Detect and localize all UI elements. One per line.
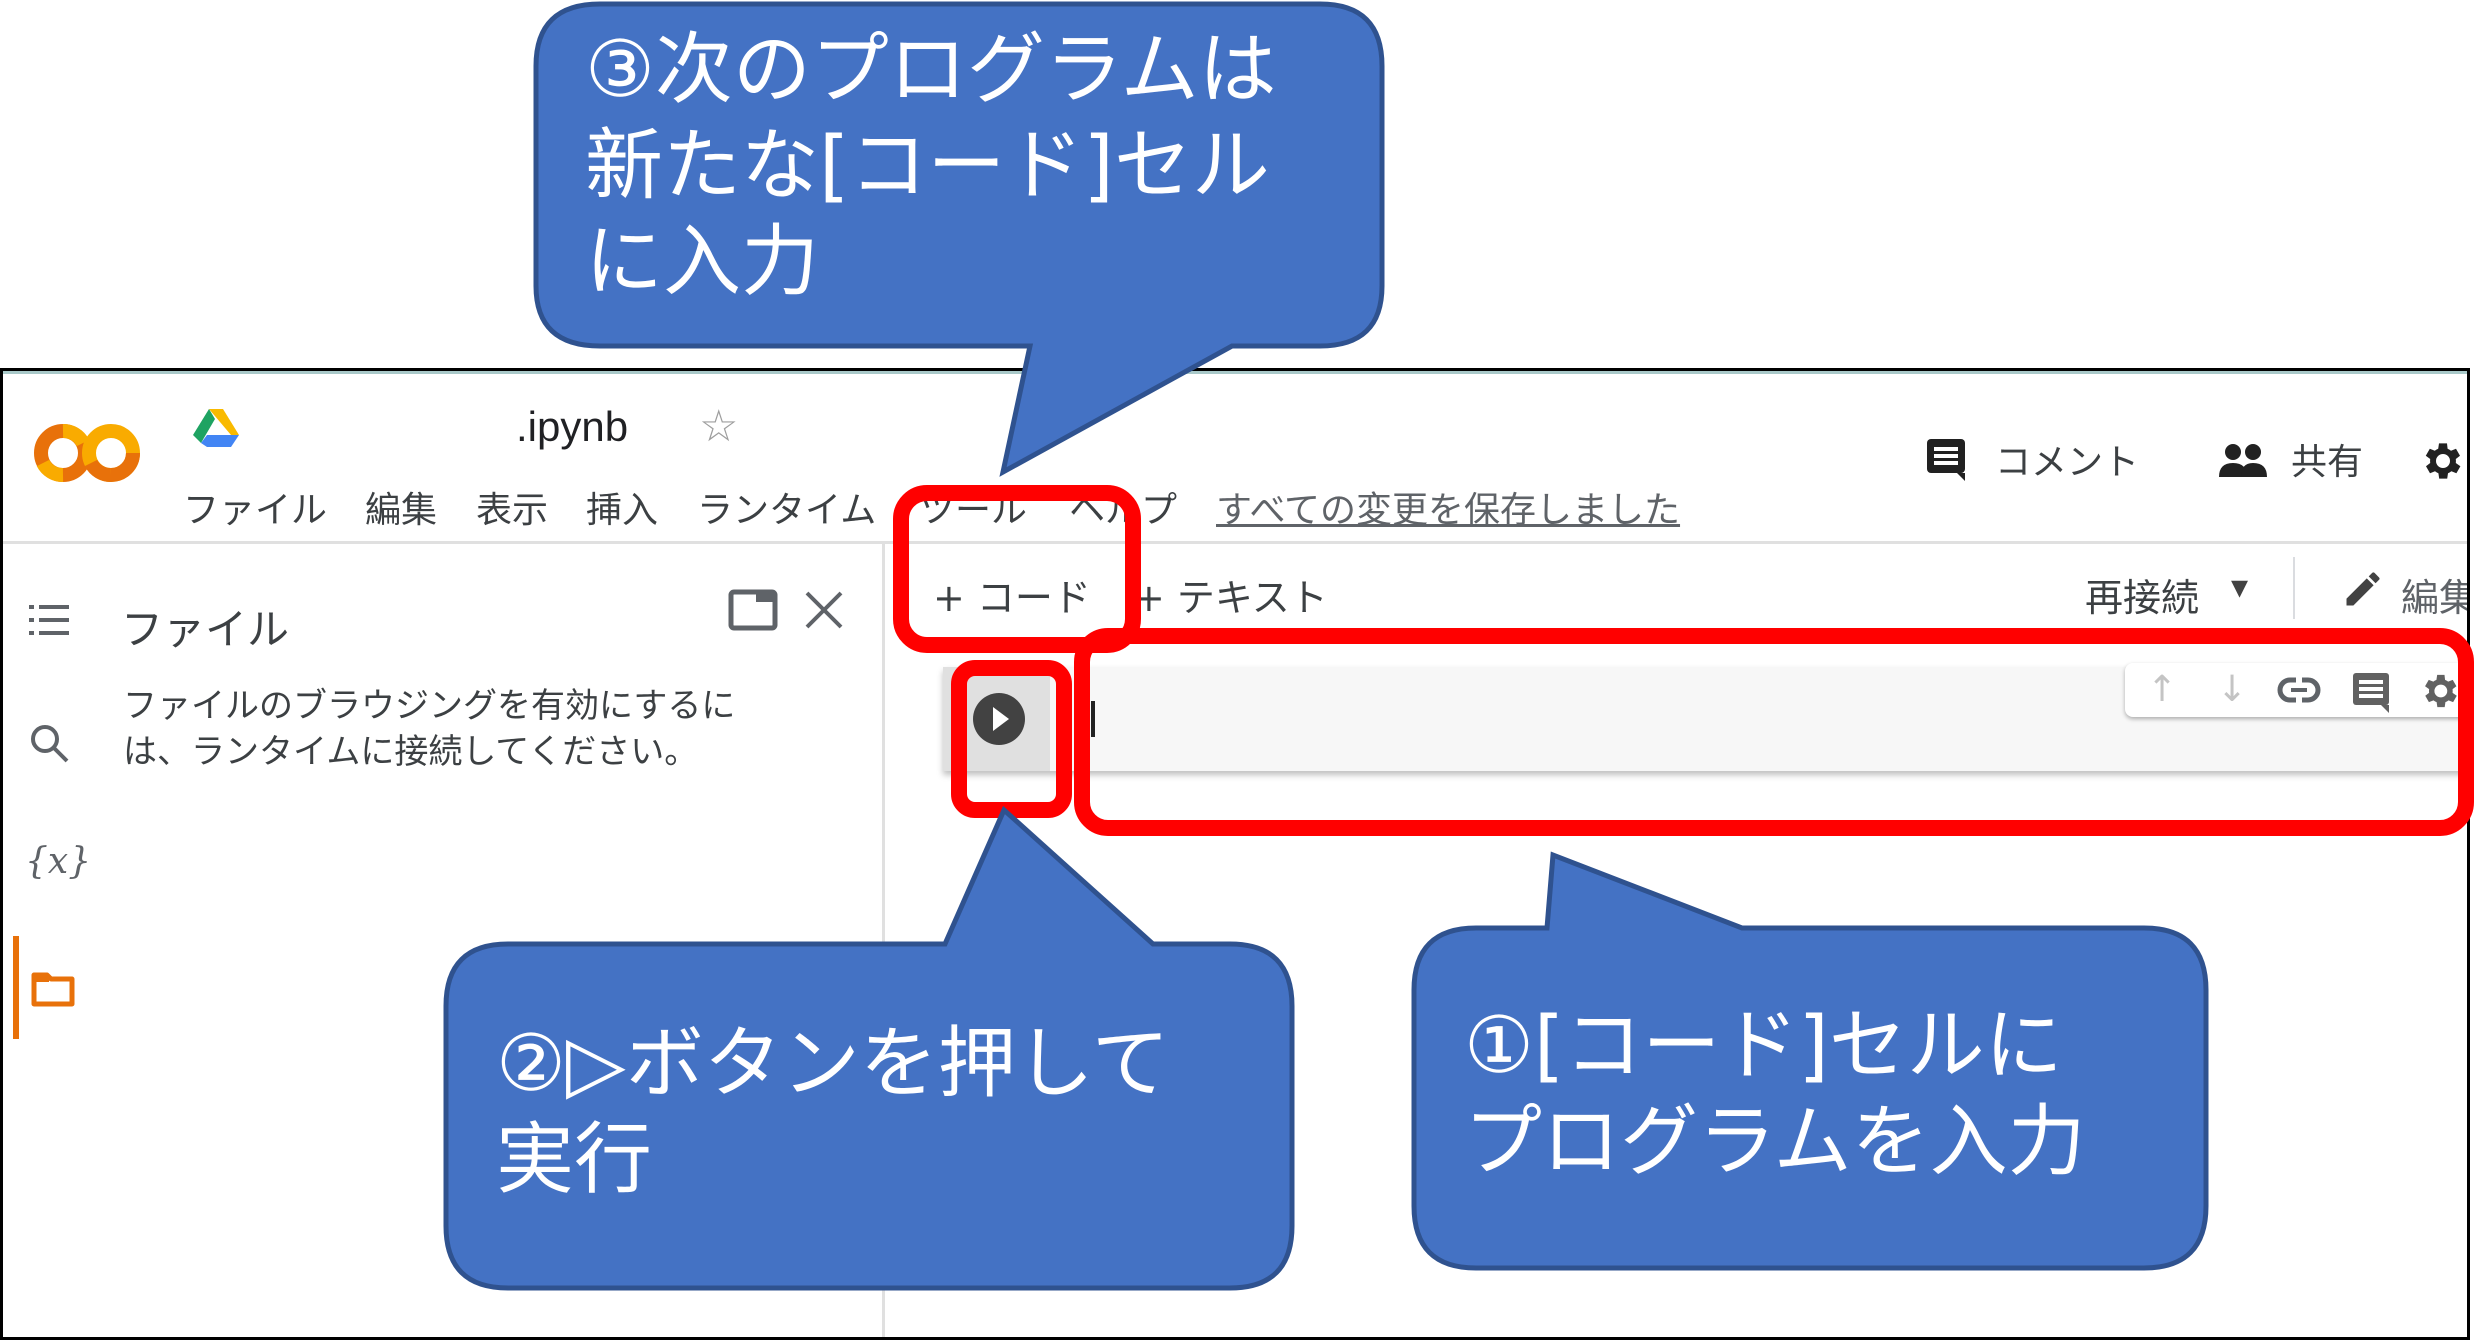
- callout-3-line1: ③次のプログラムは: [585, 25, 1277, 115]
- menu-file[interactable]: ファイル: [183, 481, 327, 533]
- runtime-dropdown-icon[interactable]: ▾: [2231, 567, 2248, 607]
- colab-screenshot-frame: .ipynb ☆ ファイル 編集 表示 挿入 ランタイム ツール ヘルプ すべて…: [0, 368, 2470, 1340]
- callout-1-line1: ①[コード]セルに: [1464, 1001, 2063, 1091]
- star-icon[interactable]: ☆: [699, 405, 738, 449]
- comment-icon[interactable]: [1925, 437, 1969, 483]
- add-text-cell-button[interactable]: + テキスト: [1133, 567, 1328, 622]
- menu-insert[interactable]: 挿入: [586, 481, 658, 533]
- menu-runtime[interactable]: ランタイム: [697, 481, 876, 533]
- callout-3-line2: 新たな[コード]セル: [585, 121, 1270, 211]
- sidebar-divider[interactable]: [882, 544, 885, 1337]
- edit-mode-button[interactable]: 編集: [2401, 567, 2467, 622]
- files-panel-message: ファイルのブラウジングを有効にするに は、ランタイムに接続してください。: [123, 683, 823, 775]
- frame-top-accent: [3, 371, 2467, 374]
- variables-icon[interactable]: {x}: [25, 841, 91, 882]
- close-panel-icon[interactable]: [803, 589, 845, 631]
- files-panel-title: ファイル: [121, 605, 290, 654]
- files-panel-message-line1: ファイルのブラウジングを有効にするに: [123, 686, 736, 726]
- google-drive-icon[interactable]: [193, 409, 239, 449]
- colab-logo-icon[interactable]: [33, 421, 143, 485]
- callout-3: ③次のプログラムは 新たな[コード]セル に入力: [585, 22, 1277, 310]
- folder-icon[interactable]: [31, 969, 75, 1007]
- header-divider: [3, 541, 2467, 544]
- callout-2: ②▷ボタンを押して 実行: [496, 1016, 1170, 1208]
- callout-2-line2: 実行: [496, 1115, 653, 1205]
- active-tab-indicator: [13, 936, 19, 1039]
- reconnect-button[interactable]: 再接続: [2085, 567, 2199, 622]
- highlight-run-button: [951, 660, 1072, 818]
- callout-3-line3: に入力: [585, 217, 820, 307]
- menu-view[interactable]: 表示: [476, 481, 548, 533]
- save-status-link[interactable]: すべての変更を保存しました: [1216, 481, 1680, 533]
- table-of-contents-icon[interactable]: [29, 603, 71, 637]
- share-people-icon[interactable]: [2219, 443, 2267, 479]
- notebook-title[interactable]: .ipynb: [516, 403, 628, 451]
- comment-button[interactable]: コメント: [1995, 433, 2139, 485]
- open-in-tab-icon[interactable]: [728, 589, 778, 631]
- search-icon[interactable]: [29, 723, 71, 765]
- toolbar-separator: [2293, 557, 2295, 619]
- highlight-code-cell: [1074, 628, 2474, 836]
- menu-edit[interactable]: 編集: [365, 481, 437, 533]
- settings-gear-icon[interactable]: [2417, 437, 2465, 485]
- callout-2-line1: ②▷ボタンを押して: [496, 1019, 1170, 1109]
- callout-1: ①[コード]セルに プログラムを入力: [1464, 998, 2086, 1190]
- files-panel-message-line2: は、ランタイムに接続してください。: [123, 732, 699, 772]
- share-button[interactable]: 共有: [2291, 433, 2363, 485]
- edit-pencil-icon[interactable]: [2341, 567, 2385, 611]
- callout-1-line2: プログラムを入力: [1464, 1097, 2086, 1187]
